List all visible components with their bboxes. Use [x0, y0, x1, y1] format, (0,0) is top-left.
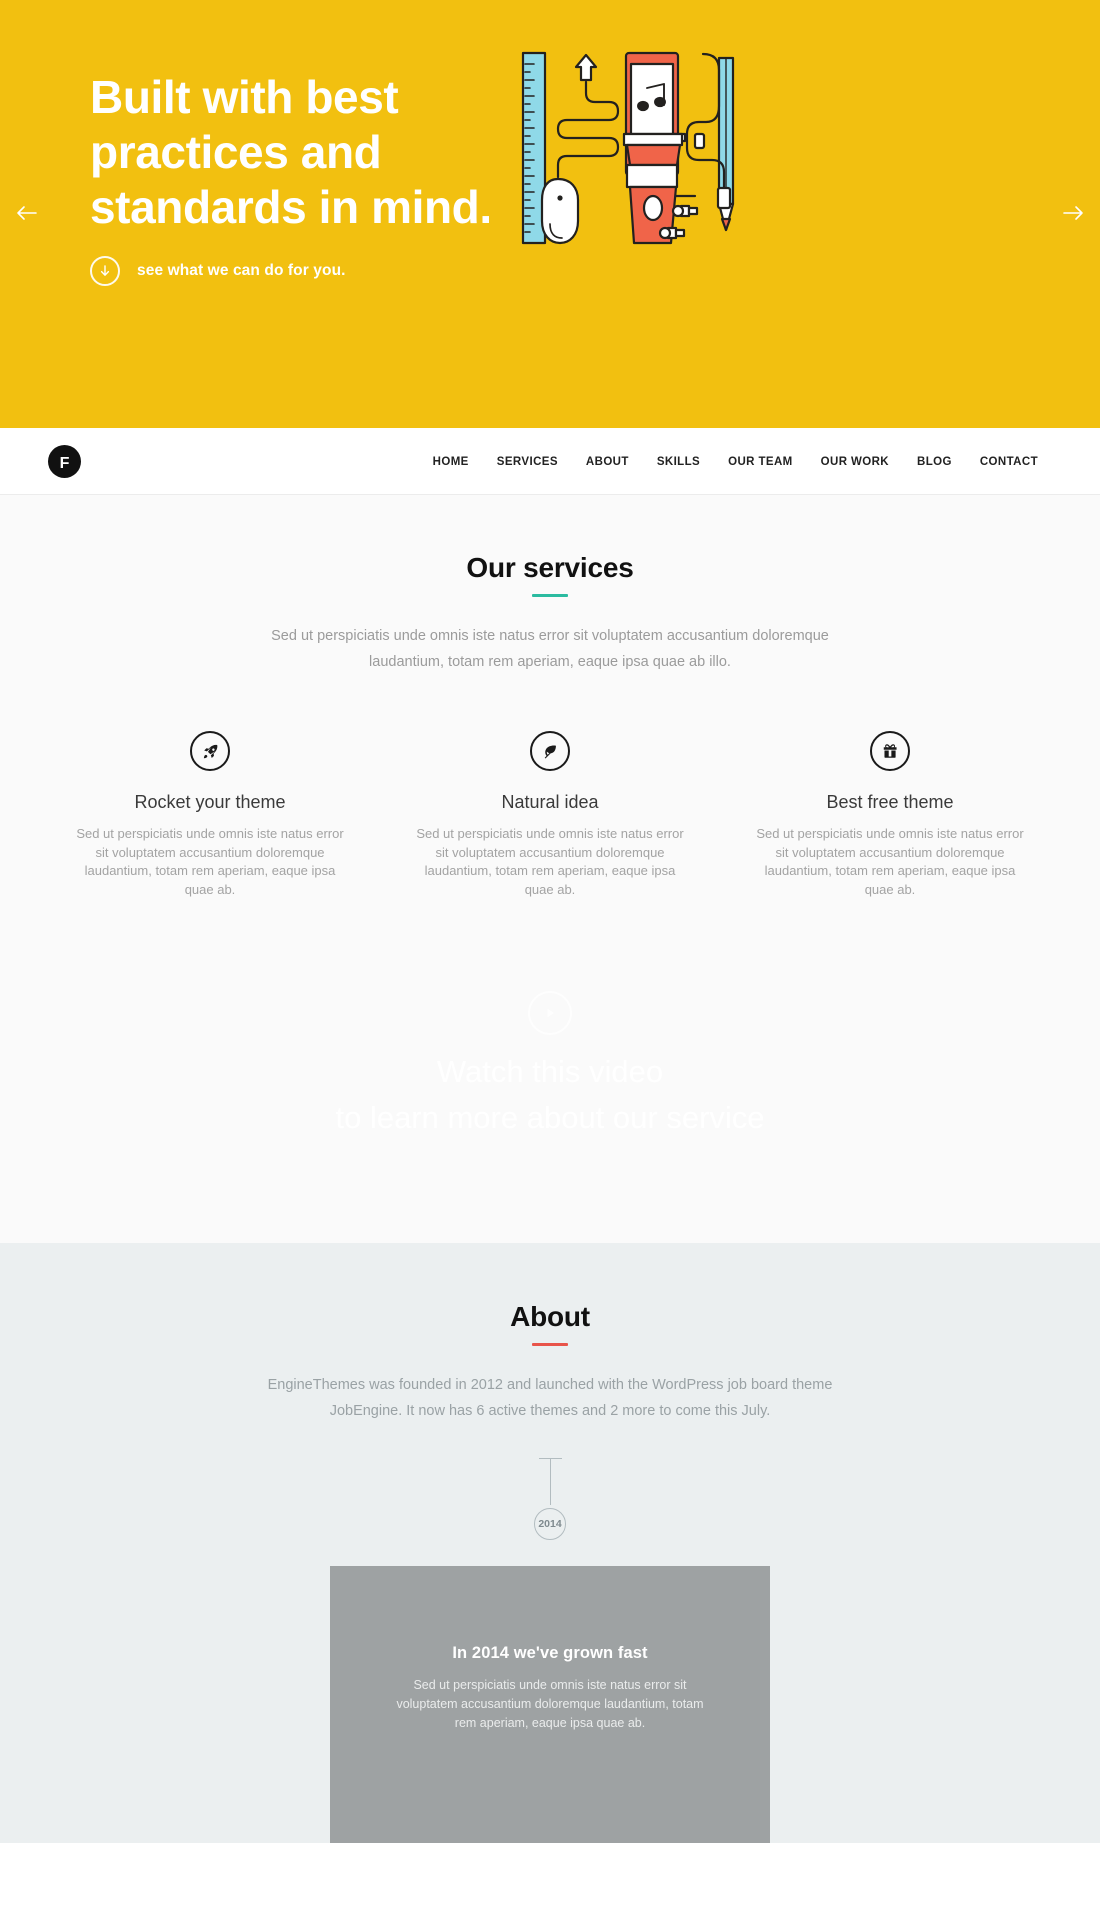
- service-card-desc: Sed ut perspiciatis unde omnis iste natu…: [76, 826, 344, 897]
- hero-next-button[interactable]: [1058, 200, 1088, 230]
- nav-item-blog[interactable]: BLOG: [903, 456, 966, 468]
- site-logo[interactable]: F: [48, 445, 81, 478]
- arrow-down-icon: [90, 256, 120, 286]
- rocket-icon: [190, 731, 230, 771]
- timeline-stem: [549, 1459, 551, 1505]
- services-title: Our services: [466, 552, 634, 583]
- hero-scroll-cta[interactable]: see what we can do for you.: [90, 256, 346, 286]
- service-card-desc: Sed ut perspiciatis unde omnis iste natu…: [756, 826, 1024, 897]
- video-headline-line1: Watch this video: [436, 1054, 664, 1089]
- services-cards: Rocket your theme Sed ut perspiciatis un…: [0, 731, 1100, 899]
- timeline-card-desc: Sed ut perspiciatis unde omnis iste natu…: [396, 1678, 704, 1730]
- service-card[interactable]: Rocket your theme Sed ut perspiciatis un…: [40, 731, 380, 899]
- timeline-year-label: 2014: [538, 1518, 562, 1530]
- services-subtitle: Sed ut perspiciatis unde omnis iste natu…: [271, 628, 829, 670]
- about-timeline: 2014: [0, 1458, 1100, 1540]
- hero-title: Built with best practices and standards …: [90, 71, 492, 233]
- service-card[interactable]: Best free theme Sed ut perspiciatis unde…: [720, 731, 1060, 899]
- video-headline-line2: to learn more about our service: [335, 1100, 765, 1135]
- nav-item-our-team[interactable]: OUR TEAM: [714, 456, 807, 468]
- service-card-title: Rocket your theme: [134, 792, 286, 812]
- timeline-year-node[interactable]: 2014: [534, 1508, 566, 1540]
- desk-tools-illustration: [517, 48, 762, 248]
- gift-icon: [870, 731, 910, 771]
- about-section: About EngineThemes was founded in 2012 a…: [0, 1243, 1100, 1843]
- arrow-left-icon: [16, 205, 38, 226]
- nav-item-services[interactable]: SERVICES: [483, 456, 572, 468]
- services-header: Our services: [0, 552, 1100, 597]
- about-title: About: [510, 1301, 590, 1332]
- timeline-card-title: In 2014 we've grown fast: [452, 1644, 648, 1662]
- timeline-card: In 2014 we've grown fast Sed ut perspici…: [330, 1566, 770, 1843]
- nav-item-about[interactable]: ABOUT: [572, 456, 643, 468]
- play-circle-icon[interactable]: [528, 991, 572, 1035]
- arrow-right-icon: [1062, 205, 1084, 226]
- services-title-rule: [532, 594, 568, 597]
- service-card-title: Natural idea: [501, 792, 599, 812]
- main-navbar: F HOME SERVICES ABOUT SKILLS OUR TEAM OU…: [0, 428, 1100, 495]
- video-section[interactable]: Watch this video to learn more about our…: [0, 899, 1100, 1243]
- nav-menu: HOME SERVICES ABOUT SKILLS OUR TEAM OUR …: [419, 428, 1052, 495]
- hero-slide: Built with best practices and standards …: [0, 0, 1100, 428]
- nav-item-skills[interactable]: SKILLS: [643, 456, 714, 468]
- service-card-title: Best free theme: [826, 792, 954, 812]
- hero-slider: Built with best practices and standards …: [0, 0, 1100, 428]
- logo-letter: F: [59, 454, 70, 472]
- service-card-desc: Sed ut perspiciatis unde omnis iste natu…: [416, 826, 684, 897]
- about-title-rule: [532, 1343, 568, 1346]
- hero-cta-label: see what we can do for you.: [137, 262, 346, 279]
- service-card[interactable]: Natural idea Sed ut perspiciatis unde om…: [380, 731, 720, 899]
- leaf-icon: [530, 731, 570, 771]
- nav-item-our-work[interactable]: OUR WORK: [807, 456, 903, 468]
- about-header: About: [0, 1301, 1100, 1346]
- nav-item-contact[interactable]: CONTACT: [966, 456, 1052, 468]
- nav-item-home[interactable]: HOME: [419, 456, 483, 468]
- services-section: Our services Sed ut perspiciatis unde om…: [0, 495, 1100, 899]
- about-subtitle: EngineThemes was founded in 2012 and lau…: [267, 1377, 833, 1419]
- hero-prev-button[interactable]: [12, 200, 42, 230]
